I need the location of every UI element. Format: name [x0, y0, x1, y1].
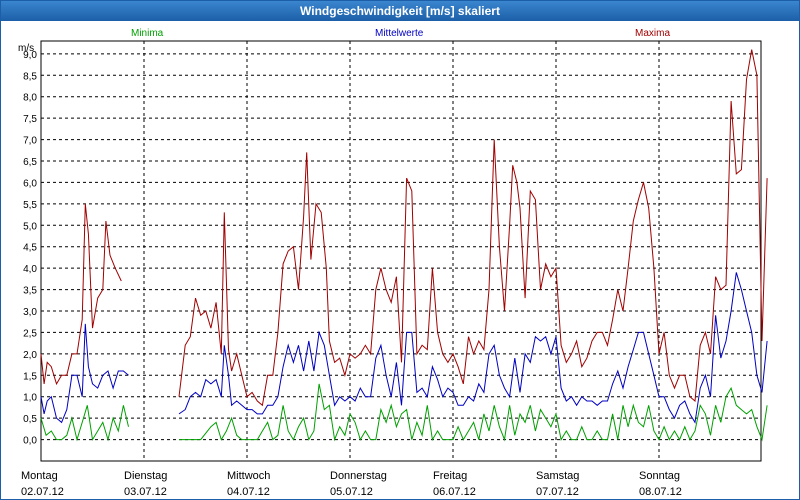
series-line-maxima [40, 203, 122, 386]
x-day-label: Samstag [536, 470, 579, 482]
x-date-label: 06.07.12 [433, 486, 476, 498]
y-tick-label: 3,5 [23, 286, 37, 297]
y-tick-label: 4,0 [23, 264, 37, 275]
series-line-minima [40, 405, 129, 442]
legend-mittelwerte: Mittelwerte [375, 28, 424, 39]
series-line-mittelwerte [40, 323, 129, 424]
y-tick-label: 2,0 [23, 350, 37, 361]
chart-window: Windgeschwindigkeit [m/s] skaliert 0,0 0,… [0, 0, 800, 500]
x-date-label: 05.07.12 [330, 486, 373, 498]
series-line-maxima [178, 49, 768, 407]
y-tick-label: 5,5 [23, 200, 37, 211]
x-date-label: 03.07.12 [124, 486, 167, 498]
x-day-label: Montag [21, 470, 58, 482]
x-day-label: Dienstag [124, 470, 167, 482]
y-tick-label: 7,0 [23, 136, 37, 147]
x-date-label: 08.07.12 [639, 486, 682, 498]
x-day-label: Mittwoch [227, 470, 270, 482]
y-axis-unit: m/s [18, 43, 34, 54]
x-axis-labels: Montag 02.07.12 Dienstag 03.07.12 Mittwoch 04… [21, 470, 682, 498]
x-day-label: Donnerstag [330, 470, 387, 482]
y-tick-label: 8,5 [23, 71, 37, 82]
y-axis-labels: 0,0 0,5 1,0 1,5 2,0 2,5 3,0 3,5 4,0 4,5 5,0 5,5 6,0 6… [23, 50, 37, 447]
y-tick-label: 4,5 [23, 243, 37, 254]
series-line-mittelwerte [178, 272, 768, 424]
y-tick-label: 0,5 [23, 414, 37, 425]
x-day-label: Freitag [433, 470, 467, 482]
legend-maxima: Maxima [635, 28, 670, 39]
y-tick-label: 3,0 [23, 307, 37, 318]
series-line-minima [179, 383, 768, 442]
wind-speed-chart: 0,0 0,5 1,0 1,5 2,0 2,5 3,0 3,5 4,0 4,5 5,0 5,5 6,0 6… [18, 28, 768, 498]
y-tick-label: 7,5 [23, 114, 37, 125]
data-series [40, 49, 768, 442]
legend-minima: Minima [131, 28, 164, 39]
y-tick-label: 2,5 [23, 328, 37, 339]
y-tick-label: 1,5 [23, 371, 37, 382]
y-tick-label: 8,0 [23, 93, 37, 104]
y-tick-label: 5,0 [23, 221, 37, 232]
y-tick-label: 1,0 [23, 393, 37, 404]
y-tick-label: 0,0 [23, 436, 37, 447]
x-date-label: 02.07.12 [21, 486, 64, 498]
x-date-label: 04.07.12 [227, 486, 270, 498]
x-day-label: Sonntag [639, 470, 680, 482]
y-tick-label: 6,5 [23, 157, 37, 168]
y-tick-label: 6,0 [23, 178, 37, 189]
x-date-label: 07.07.12 [536, 486, 579, 498]
